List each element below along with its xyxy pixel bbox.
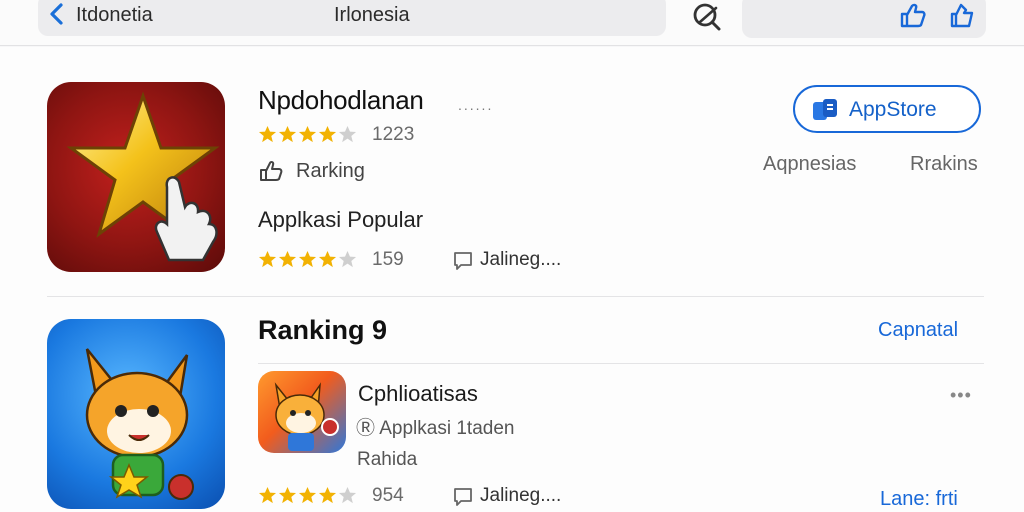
app-thumbnail[interactable] [258, 371, 346, 453]
see-all-link[interactable]: Capnatal [878, 319, 958, 342]
app-publisher: Rahida [357, 449, 418, 470]
star-filled-icon [298, 250, 317, 268]
app-title-secondary[interactable]: Cphlioatisas [358, 381, 478, 407]
star-filled-icon [298, 486, 317, 504]
tab-apps[interactable]: Aqpnesias [763, 153, 856, 176]
online-status: Jalineg.... [480, 249, 562, 270]
rating-count-app2: 954 [372, 485, 404, 506]
star-empty-icon [338, 250, 357, 268]
learn-more-link[interactable]: Lane: frti [880, 488, 958, 511]
fox-mascot-icon [85, 348, 194, 500]
section-title: Ranking 9 [258, 315, 388, 345]
star-empty-icon [338, 486, 357, 504]
title-ellipsis: ...... [458, 97, 494, 113]
app-category: Applkasi Popular [258, 207, 424, 232]
region-label: Itdonetia [76, 4, 153, 26]
tab-rankings[interactable]: Rrakins [910, 153, 978, 176]
app-title[interactable]: Npdohodlanan [258, 85, 424, 116]
copyright-icon: Ⓡ [356, 418, 376, 439]
fox-thumbnail-icon [274, 382, 339, 451]
star-filled-icon [278, 250, 297, 268]
appstore-button[interactable]: AppStore [793, 85, 981, 133]
star-filled-icon [278, 125, 297, 143]
gold-star-icon [66, 91, 220, 262]
online-status-app2: Jalineg.... [480, 485, 562, 506]
rating-count: 1223 [372, 124, 415, 145]
rating-stars [258, 125, 357, 144]
chevron-left-icon[interactable] [46, 2, 70, 26]
top-bar: Itdonetia Irlonesia [0, 0, 1024, 46]
rating-stars-secondary [258, 250, 357, 269]
chat-icon [454, 488, 472, 506]
app-icon-star[interactable] [47, 82, 225, 272]
chat-icon [454, 252, 472, 270]
rating-count-secondary: 159 [372, 249, 404, 270]
ranking-label: Rarking [296, 160, 365, 182]
star-filled-icon [258, 250, 277, 268]
app-list: Npdohodlanan ...... 1223 Rarking Applkas… [0, 47, 1024, 512]
divider [47, 296, 984, 297]
star-filled-icon [278, 486, 297, 504]
star-filled-icon [298, 125, 317, 143]
star-empty-icon [338, 125, 357, 143]
app-icon-fox[interactable] [47, 319, 225, 509]
app-subtitle-text: Applkasi 1taden [379, 418, 515, 439]
divider [258, 363, 984, 364]
share-icon[interactable] [896, 0, 928, 32]
search-icon[interactable] [690, 0, 724, 34]
star-filled-icon [318, 486, 337, 504]
appstore-icon [813, 99, 837, 120]
thumbs-up-icon[interactable] [946, 0, 978, 32]
ranking-icon [260, 160, 283, 181]
star-filled-icon [318, 250, 337, 268]
search-query-text[interactable]: Irlonesia [334, 4, 410, 27]
more-options-button[interactable]: ••• [950, 385, 972, 406]
star-filled-icon [258, 125, 277, 143]
appstore-button-label: AppStore [849, 98, 937, 121]
app-subtitle: Ⓡ Applkasi 1taden [356, 413, 514, 440]
rating-stars-app2 [258, 486, 357, 505]
star-filled-icon [258, 486, 277, 504]
star-filled-icon [318, 125, 337, 143]
